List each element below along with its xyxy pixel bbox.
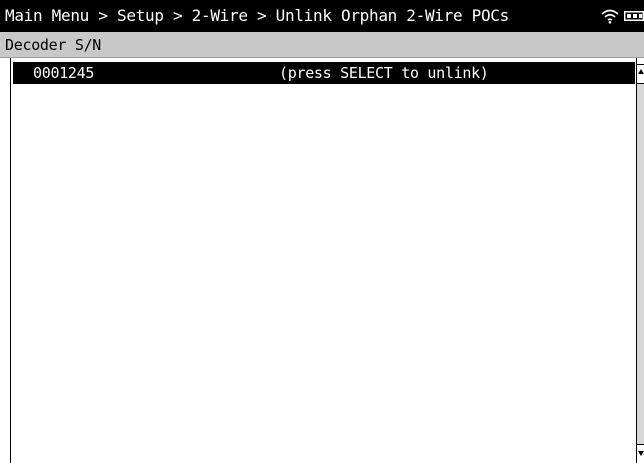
wifi-icon	[601, 9, 619, 24]
decoder-list: 0001245 (press SELECT to unlink)	[10, 58, 636, 463]
scroll-up-arrow-icon[interactable]	[637, 64, 644, 84]
battery-icon	[624, 11, 644, 21]
device-screen: Main Menu > Setup > 2-Wire > Unlink Orph…	[0, 0, 644, 463]
column-header-decoder-sn: Decoder S/N	[5, 36, 102, 54]
column-header: Decoder S/N	[0, 32, 644, 58]
unlink-hint: (press SELECT to unlink)	[279, 64, 489, 82]
scroll-down-arrow-icon[interactable]	[637, 444, 644, 463]
scroll-thumb[interactable]	[637, 84, 644, 444]
title-bar: Main Menu > Setup > 2-Wire > Unlink Orph…	[0, 0, 644, 32]
list-item-selected[interactable]: 0001245 (press SELECT to unlink)	[13, 62, 635, 84]
scrollbar[interactable]	[636, 58, 644, 463]
breadcrumb: Main Menu > Setup > 2-Wire > Unlink Orph…	[5, 6, 509, 25]
decoder-serial-number: 0001245	[33, 64, 95, 82]
status-icons	[600, 0, 644, 32]
